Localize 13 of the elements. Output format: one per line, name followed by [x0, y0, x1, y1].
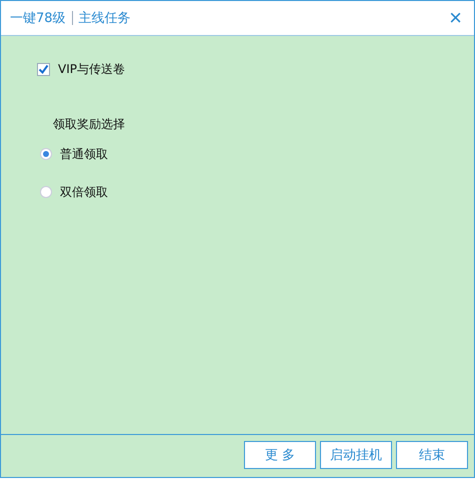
radio-button[interactable] [40, 186, 52, 198]
action-button[interactable]: 更 多 [244, 441, 316, 469]
window-title: 一键78级 [10, 10, 66, 27]
checkbox[interactable] [37, 62, 50, 76]
radio-label: 双倍领取 [60, 184, 108, 200]
group-heading: 领取奖励选择 [53, 116, 126, 133]
action-button[interactable]: 结束 [396, 441, 468, 469]
action-button[interactable]: 启动挂机 [320, 441, 392, 469]
checkbox-label: VIP与传送卷 [58, 60, 125, 78]
window-subtitle: 主线任务 [78, 10, 131, 27]
radio-button[interactable] [40, 148, 52, 160]
radio-label: 普通领取 [60, 146, 108, 162]
close-button[interactable]: × [445, 7, 466, 29]
